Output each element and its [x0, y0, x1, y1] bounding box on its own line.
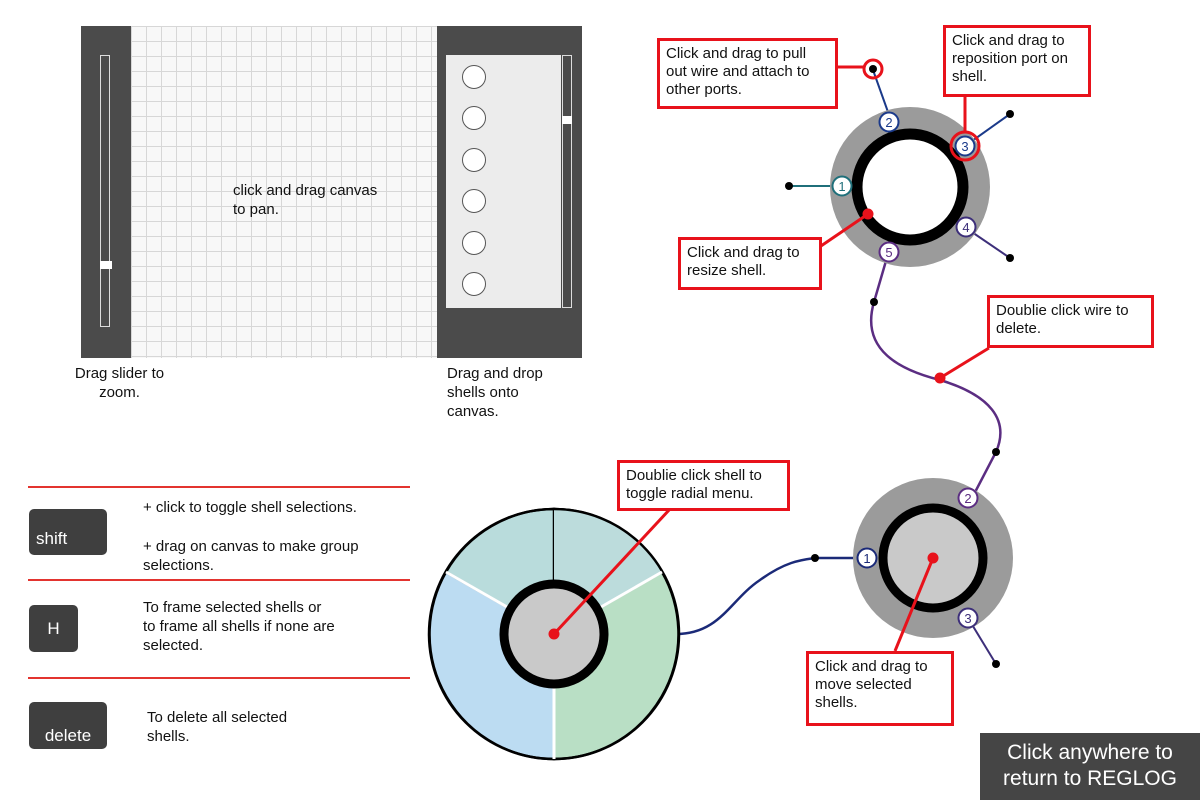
- port-4[interactable]: 4: [955, 216, 977, 238]
- port-5[interactable]: 5: [878, 241, 900, 263]
- wire-end[interactable]: [811, 554, 819, 562]
- callout-delete-wire: Doublie click wire to delete.: [987, 295, 1154, 348]
- port-label: 3: [964, 611, 971, 626]
- wire-end[interactable]: [869, 65, 877, 73]
- wire-navy[interactable]: [675, 556, 866, 636]
- wire-end[interactable]: [1006, 254, 1014, 262]
- wire-end[interactable]: [992, 660, 1000, 668]
- wire-end[interactable]: [1006, 110, 1014, 118]
- port-2[interactable]: 2: [957, 487, 979, 509]
- port-3[interactable]: 3: [954, 135, 976, 157]
- port-label: 4: [962, 220, 969, 235]
- callout-move-shells: Click and drag to move selected shells.: [806, 651, 954, 726]
- port-label: 1: [863, 551, 870, 566]
- callout-resize-shell: Click and drag to resize shell.: [678, 237, 822, 290]
- wire-end[interactable]: [992, 448, 1000, 456]
- port-2[interactable]: 2: [878, 111, 900, 133]
- callout-reposition-port: Click and drag to reposition port on she…: [943, 25, 1091, 97]
- port-label: 2: [885, 115, 892, 130]
- callout-radial-menu: Doublie click shell to toggle radial men…: [617, 460, 790, 511]
- callout-pull-wire: Click and drag to pull out wire and atta…: [657, 38, 838, 109]
- port-label: 3: [961, 139, 968, 154]
- return-to-reglog-button[interactable]: Click anywhere to return to REGLOG: [980, 733, 1200, 800]
- wire-end[interactable]: [870, 298, 878, 306]
- wire-end[interactable]: [785, 182, 793, 190]
- port-label: 1: [838, 179, 845, 194]
- port-3[interactable]: 3: [957, 607, 979, 629]
- top-shell-ring[interactable]: [851, 128, 969, 246]
- port-1[interactable]: 1: [831, 175, 853, 197]
- port-1[interactable]: 1: [856, 547, 878, 569]
- port-label: 5: [885, 245, 892, 260]
- port-label: 2: [964, 491, 971, 506]
- shell-diagram: 1 2 3 4 5 1 2 3: [427, 58, 1014, 761]
